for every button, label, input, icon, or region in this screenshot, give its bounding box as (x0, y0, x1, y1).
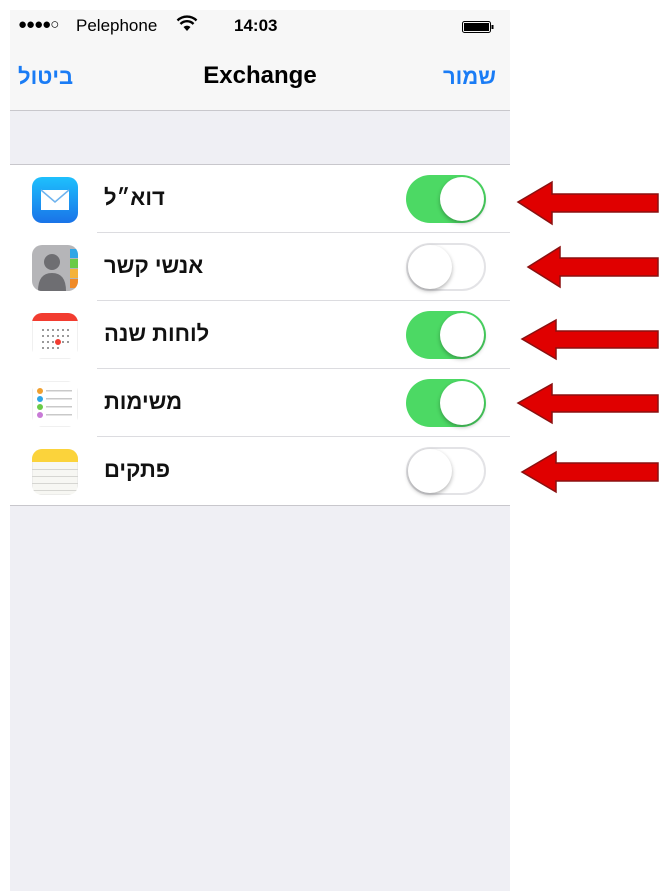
contacts-icon (32, 245, 78, 291)
row-label: דוא״ל (104, 185, 165, 210)
toggle-knob (408, 449, 452, 493)
list-item-contacts: אנשי קשר (10, 233, 510, 301)
annotation-arrow (516, 180, 659, 226)
list-item-mail: דוא״ל (10, 165, 510, 233)
calendars-toggle[interactable] (406, 311, 486, 359)
calendar-icon (32, 313, 78, 359)
reminders-toggle[interactable] (406, 379, 486, 427)
save-button[interactable]: שמור (443, 64, 496, 90)
wifi-icon (176, 15, 198, 31)
row-label: פתקים (104, 457, 171, 482)
contacts-toggle[interactable] (406, 243, 486, 291)
toggle-knob (440, 381, 484, 425)
annotation-arrow (516, 382, 659, 425)
clock: 14:03 (234, 16, 278, 35)
toggle-knob (440, 177, 484, 221)
list-item-calendars: לוחות שנה (10, 301, 510, 369)
annotation-arrow (520, 450, 659, 494)
annotation-arrow (526, 245, 659, 289)
toggle-knob (440, 313, 484, 357)
mail-icon (32, 177, 78, 223)
reminders-icon (32, 381, 78, 427)
row-label: משימות (104, 389, 183, 414)
carrier-name: Pelephone (76, 16, 158, 35)
notes-toggle[interactable] (406, 447, 486, 495)
battery-icon (462, 21, 494, 33)
row-label: לוחות שנה (104, 321, 210, 346)
sync-options-list: דוא״ל אנשי קשר לוחות שנה משימות פתקים (10, 164, 510, 506)
row-label: אנשי קשר (104, 253, 204, 278)
list-item-reminders: משימות (10, 369, 510, 437)
notes-icon (32, 449, 78, 495)
list-item-notes: פתקים (10, 437, 510, 505)
navigation-bar: ביטול Exchange שמור (10, 42, 510, 111)
toggle-knob (408, 245, 452, 289)
signal-strength-icon: ●●●●○ (18, 16, 59, 33)
annotation-arrow (520, 318, 659, 361)
status-bar: ●●●●○ Pelephone 14:03 (10, 10, 510, 42)
page-title: Exchange (203, 62, 317, 89)
mail-toggle[interactable] (406, 175, 486, 223)
phone-screen: ●●●●○ Pelephone 14:03 ביטול Exchange שמו… (10, 10, 510, 891)
